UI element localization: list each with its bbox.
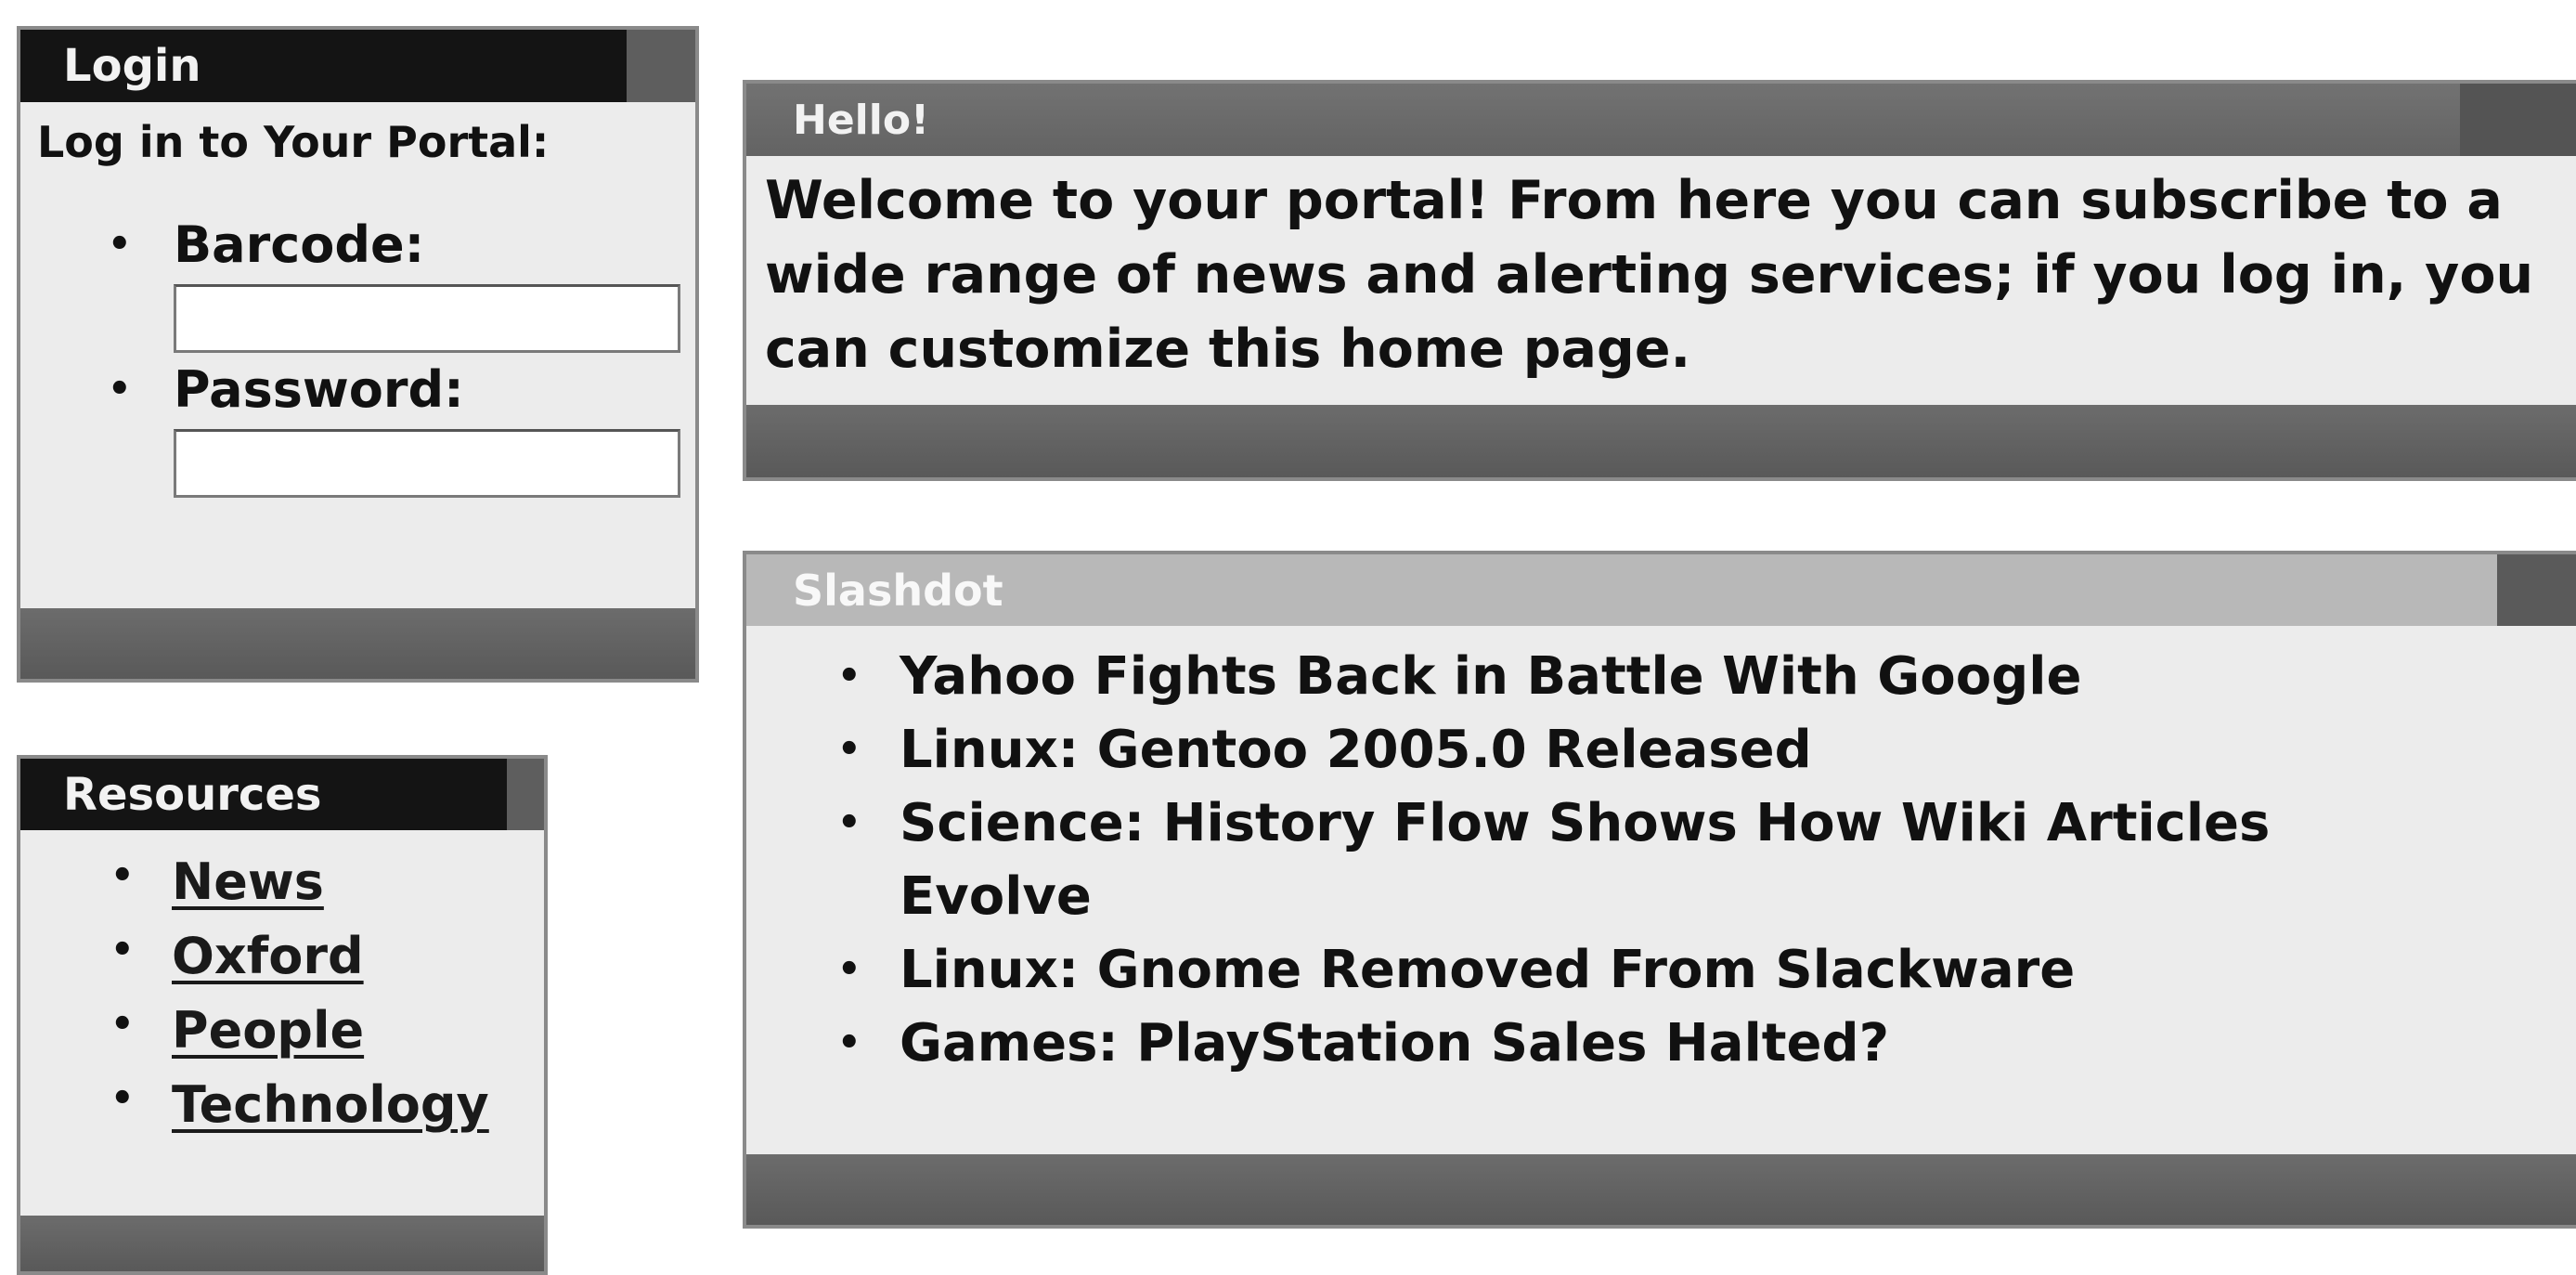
hello-title: Hello! bbox=[793, 96, 930, 144]
resources-link-list: • News • Oxford • People • Technology bbox=[20, 845, 544, 1142]
login-header: Login bbox=[20, 30, 695, 102]
barcode-field-item: • Barcode: bbox=[20, 215, 695, 353]
headline-item[interactable]: • Yahoo Fights Back in Battle With Googl… bbox=[746, 640, 2311, 713]
bullet-icon: • bbox=[110, 1077, 135, 1120]
hello-header: Hello! bbox=[746, 84, 2576, 156]
resource-item-news: • News bbox=[20, 845, 544, 919]
login-footer-bar bbox=[20, 608, 695, 679]
hello-header-corner bbox=[2460, 84, 2576, 156]
bullet-icon: • bbox=[837, 728, 861, 771]
resources-portlet: Resources • News • Oxford • People • Tec… bbox=[17, 755, 548, 1275]
headline-item[interactable]: • Linux: Gnome Removed From Slackware bbox=[746, 933, 2311, 1007]
password-label: Password: bbox=[174, 360, 464, 419]
bullet-icon: • bbox=[837, 801, 861, 844]
headline-item[interactable]: • Linux: Gentoo 2005.0 Released bbox=[746, 713, 2311, 787]
technology-link[interactable]: Technology bbox=[172, 1075, 489, 1134]
slashdot-footer-bar bbox=[746, 1154, 2576, 1225]
password-input[interactable] bbox=[174, 429, 680, 498]
bullet-icon: • bbox=[108, 368, 132, 410]
bullet-icon: • bbox=[110, 854, 135, 897]
bullet-icon: • bbox=[837, 948, 861, 991]
barcode-input[interactable] bbox=[174, 284, 680, 353]
login-portlet: Login Log in to Your Portal: • Barcode: … bbox=[17, 26, 699, 683]
headline-text: Linux: Gentoo 2005.0 Released bbox=[900, 720, 1812, 780]
resource-item-oxford: • Oxford bbox=[20, 919, 544, 994]
resources-title: Resources bbox=[63, 768, 322, 821]
login-field-list: • Barcode: • Password: bbox=[20, 215, 695, 498]
resource-item-people: • People bbox=[20, 994, 544, 1068]
resource-item-technology: • Technology bbox=[20, 1068, 544, 1142]
resources-header: Resources bbox=[20, 759, 544, 830]
slashdot-portlet: Slashdot • Yahoo Fights Back in Battle W… bbox=[743, 551, 2576, 1229]
login-intro: Log in to Your Portal: bbox=[37, 117, 550, 167]
resources-header-corner bbox=[507, 759, 544, 830]
people-link[interactable]: People bbox=[172, 1001, 364, 1060]
hello-footer-bar bbox=[746, 405, 2576, 477]
resources-footer-bar bbox=[20, 1216, 544, 1271]
hello-portlet: Hello! Welcome to your portal! From here… bbox=[743, 80, 2576, 481]
news-link[interactable]: News bbox=[172, 852, 324, 911]
headline-text: Games: PlayStation Sales Halted? bbox=[900, 1013, 1890, 1073]
login-title: Login bbox=[63, 40, 201, 92]
headline-text: Science: History Flow Shows How Wiki Art… bbox=[900, 793, 2271, 927]
bullet-icon: • bbox=[837, 1021, 861, 1064]
slashdot-header-corner bbox=[2497, 554, 2576, 626]
password-field-item: • Password: bbox=[20, 360, 695, 498]
oxford-link[interactable]: Oxford bbox=[172, 927, 364, 985]
slashdot-headline-list: • Yahoo Fights Back in Battle With Googl… bbox=[746, 640, 2576, 1080]
bullet-icon: • bbox=[108, 223, 132, 266]
slashdot-header: Slashdot bbox=[746, 554, 2576, 626]
bullet-icon: • bbox=[837, 655, 861, 697]
welcome-message: Welcome to your portal! From here you ca… bbox=[765, 170, 2534, 380]
login-header-corner bbox=[627, 30, 695, 102]
headline-item[interactable]: • Games: PlayStation Sales Halted? bbox=[746, 1007, 2311, 1080]
headline-item[interactable]: • Science: History Flow Shows How Wiki A… bbox=[746, 787, 2311, 933]
bullet-icon: • bbox=[110, 1003, 135, 1046]
headline-text: Linux: Gnome Removed From Slackware bbox=[900, 940, 2076, 1000]
slashdot-title: Slashdot bbox=[793, 565, 1003, 616]
headline-text: Yahoo Fights Back in Battle With Google bbox=[900, 646, 2082, 707]
bullet-icon: • bbox=[110, 929, 135, 971]
barcode-label: Barcode: bbox=[174, 215, 425, 274]
